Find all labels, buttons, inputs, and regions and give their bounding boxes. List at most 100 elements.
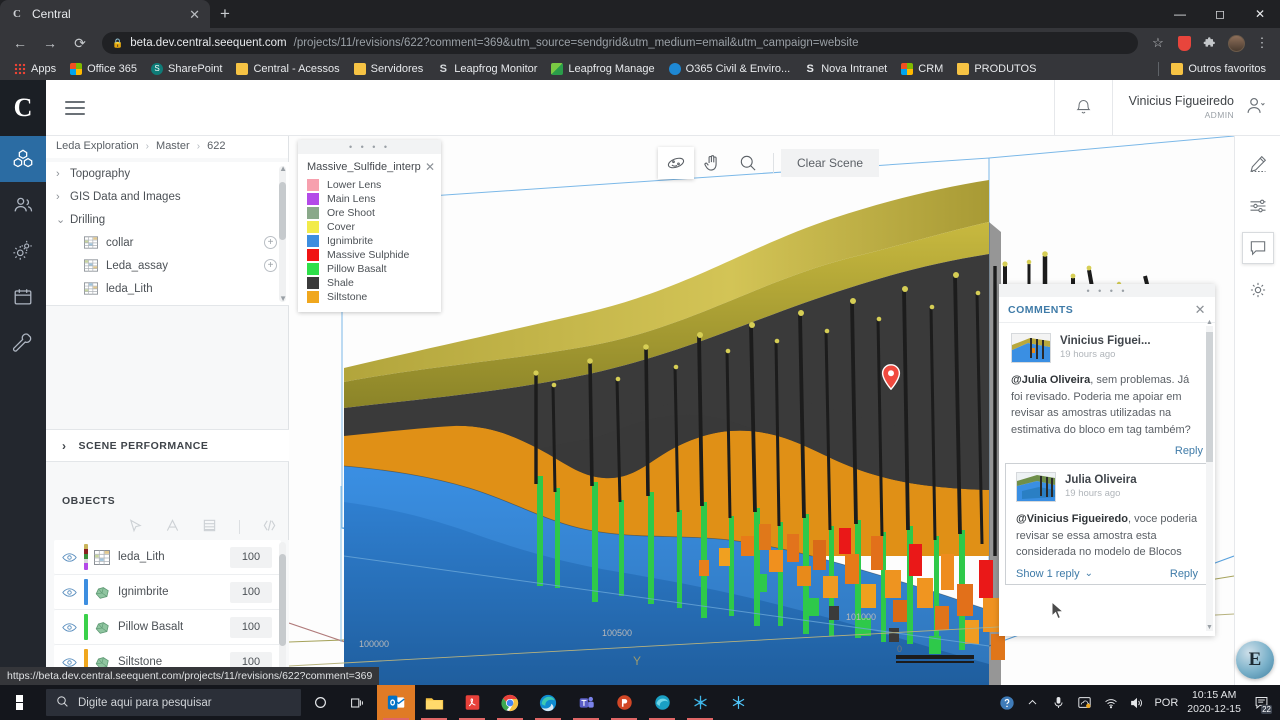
help-circle-icon[interactable] [998,694,1015,711]
evo-assistant-badge[interactable]: E [1236,641,1274,679]
comment-scene-thumbnail[interactable] [1011,333,1051,363]
bookmark-nova-intranet[interactable]: S Nova Intranet [798,61,893,77]
rail-item-calendar[interactable] [0,274,46,320]
taskbar-search-input[interactable]: Digite aqui para pesquisar [46,689,301,716]
tree-scroll-thumb[interactable] [279,182,286,240]
object-row[interactable]: leda_Lith 100 [54,540,281,575]
tree-node-leda-lith[interactable]: leda_Lith [46,277,289,300]
taskbar-app-leapfrog[interactable] [681,685,719,720]
eye-icon[interactable] [54,657,84,668]
object-value[interactable]: 100 [230,581,272,603]
bookmark-leapfrog-monitor[interactable]: S Leapfrog Monitor [431,61,543,77]
cortana-circle-icon[interactable] [301,685,339,720]
profile-avatar-icon[interactable] [1224,31,1248,55]
scroll-down-icon[interactable]: ▼ [279,294,287,303]
taskbar-app-acrobat[interactable] [453,685,491,720]
speaker-icon[interactable] [1128,694,1145,711]
close-window-button[interactable]: ✕ [1240,0,1280,28]
eye-icon[interactable] [54,622,84,633]
chevron-down-icon[interactable]: ⌄ [1085,568,1093,579]
browser-tab[interactable]: C Central ✕ [0,0,210,28]
comment-mention[interactable]: @Julia Oliveira [1011,374,1090,386]
add-to-scene-icon[interactable]: + [264,259,277,272]
comments-panel[interactable]: • • • • COMMENTS ✕ Vinicius Figuei... 19… [999,284,1215,636]
pencil-ruler-icon[interactable] [1242,148,1274,180]
language-indicator[interactable]: POR [1154,697,1178,709]
bookmark-sharepoint[interactable]: S SharePoint [145,61,228,77]
clock[interactable]: 10:15 AM 2020-12-15 [1187,689,1241,715]
tree-node-planned-drillholes[interactable]: › Planned Drillholes [46,300,289,305]
close-icon[interactable]: ✕ [1195,302,1206,318]
code-brackets-icon[interactable] [262,518,277,536]
chevron-up-icon[interactable] [1024,694,1041,711]
reply-button[interactable]: Reply [1170,568,1198,580]
breadcrumb-branch[interactable]: Master [156,140,190,152]
scroll-up-icon[interactable]: ▲ [279,164,287,173]
bookmark-o365-civil[interactable]: O365 Civil & Enviro... [663,61,797,77]
taskbar-app-central[interactable] [719,685,757,720]
wifi-icon[interactable] [1102,694,1119,711]
taskbar-app-outlook[interactable] [377,685,415,720]
tree-node-topography[interactable]: › Topography [46,162,289,185]
comments-scrollbar[interactable]: ▲ ▼ [1206,319,1213,631]
scene-legend[interactable]: • • • • Massive_Sulfide_interp ✕ Lower L… [298,140,441,312]
comments-drag-handle[interactable]: • • • • [999,284,1215,297]
object-row[interactable]: Pillow Basalt 100 [54,610,281,645]
tree-node-leda-assay[interactable]: Leda_assay + [46,254,289,277]
cursor-arrow-icon[interactable] [128,518,143,536]
comment-scene-thumbnail[interactable] [1016,472,1056,502]
gear-icon[interactable] [1242,274,1274,306]
bookmark-apps[interactable]: Apps [8,61,62,77]
maximize-button[interactable]: ◻ [1200,0,1240,28]
taskbar-app-chrome[interactable] [491,685,529,720]
reload-icon[interactable]: ⟳ [66,30,94,56]
scroll-up-icon[interactable]: ▲ [1206,319,1213,326]
scene-performance-section[interactable]: › SCENE PERFORMANCE [46,429,289,462]
scroll-down-icon[interactable]: ▼ [1206,624,1213,631]
onedrive-icon[interactable] [1076,694,1093,711]
windows-start-button[interactable] [0,685,46,720]
zoom-tool-button[interactable] [730,147,766,179]
legend-drag-handle[interactable]: • • • • [298,140,441,154]
taskbar-app-powerpoint[interactable] [605,685,643,720]
bookmark-office365[interactable]: Office 365 [64,61,143,77]
show-replies-button[interactable]: Show 1 reply [1016,568,1080,580]
address-bar[interactable]: 🔒 beta.dev.central.seequent.com/projects… [102,32,1138,54]
bookmark-other-favorites[interactable]: Outros favoritos [1165,61,1272,77]
orbit-tool-button[interactable] [658,147,694,179]
object-value[interactable]: 100 [230,616,272,638]
back-icon[interactable]: ← [6,30,34,56]
map-pin-icon[interactable] [881,364,901,393]
tree-node-collar[interactable]: collar + [46,231,289,254]
bookmark-leapfrog-manage[interactable]: Leapfrog Manage [545,61,660,77]
new-tab-icon[interactable]: + [220,4,230,24]
notifications-bell-icon[interactable] [1053,80,1112,136]
add-to-scene-icon[interactable]: + [264,236,277,249]
bookmark-produtos[interactable]: PRODUTOS [951,61,1042,77]
taskbar-app-file-explorer[interactable] [415,685,453,720]
scene-3d-viewport[interactable]: 100000 100500 101000 Y 0 • • • • Massive… [289,136,1234,685]
pan-tool-button[interactable] [694,147,730,179]
eye-icon[interactable] [54,552,84,563]
reply-button[interactable]: Reply [1175,445,1203,457]
tab-close-icon[interactable]: ✕ [189,8,200,21]
action-center-icon[interactable]: 22 [1250,691,1272,715]
central-logo[interactable]: C [0,80,46,136]
comments-scroll-thumb[interactable] [1206,332,1213,462]
bookmark-central-acessos[interactable]: Central - Acessos [230,61,345,77]
hamburger-icon[interactable] [58,91,92,125]
objects-scrollbar[interactable] [279,542,286,672]
rail-item-projects[interactable] [0,136,46,182]
objects-scroll-thumb[interactable] [279,554,286,646]
sliders-icon[interactable] [1242,190,1274,222]
close-icon[interactable]: ✕ [425,160,435,174]
task-view-icon[interactable] [339,685,377,720]
table-grid-icon[interactable] [202,518,217,536]
object-value[interactable]: 100 [230,546,272,568]
puzzle-icon[interactable] [1198,31,1222,55]
minimize-button[interactable]: — [1160,0,1200,28]
microphone-icon[interactable] [1050,694,1067,711]
tree-node-gis-data[interactable]: › GIS Data and Images [46,185,289,208]
breadcrumb-revision[interactable]: 622 [207,140,225,152]
rail-item-settings-gears[interactable] [0,228,46,274]
